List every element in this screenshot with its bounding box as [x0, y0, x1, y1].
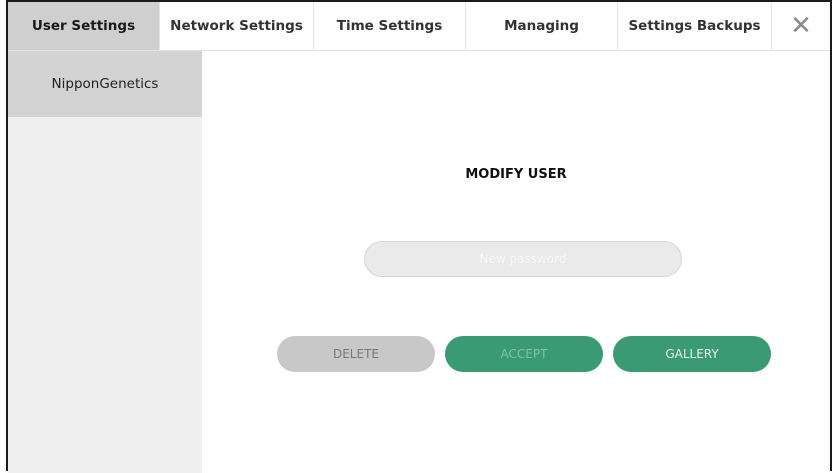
- sidebar-item-nippongenetics[interactable]: NipponGenetics: [8, 51, 202, 117]
- tab-time-settings[interactable]: Time Settings: [314, 2, 466, 50]
- gallery-button[interactable]: GALLERY: [613, 336, 771, 372]
- delete-button[interactable]: DELETE: [277, 336, 435, 372]
- sidebar: NipponGenetics: [8, 51, 202, 473]
- settings-window: User Settings Network Settings Time Sett…: [6, 0, 832, 473]
- page-title: MODIFY USER: [465, 167, 567, 182]
- tab-settings-backups[interactable]: Settings Backups: [618, 2, 772, 50]
- tab-managing[interactable]: Managing: [466, 2, 618, 50]
- tab-network-settings[interactable]: Network Settings: [160, 2, 314, 50]
- new-password-field[interactable]: [364, 241, 682, 277]
- close-icon[interactable]: ✕: [772, 2, 830, 50]
- main-panel: MODIFY USER DELETE ACCEPT GALLERY: [202, 51, 830, 473]
- tab-user-settings[interactable]: User Settings: [8, 2, 160, 50]
- tab-bar: User Settings Network Settings Time Sett…: [8, 2, 830, 51]
- accept-button[interactable]: ACCEPT: [445, 336, 603, 372]
